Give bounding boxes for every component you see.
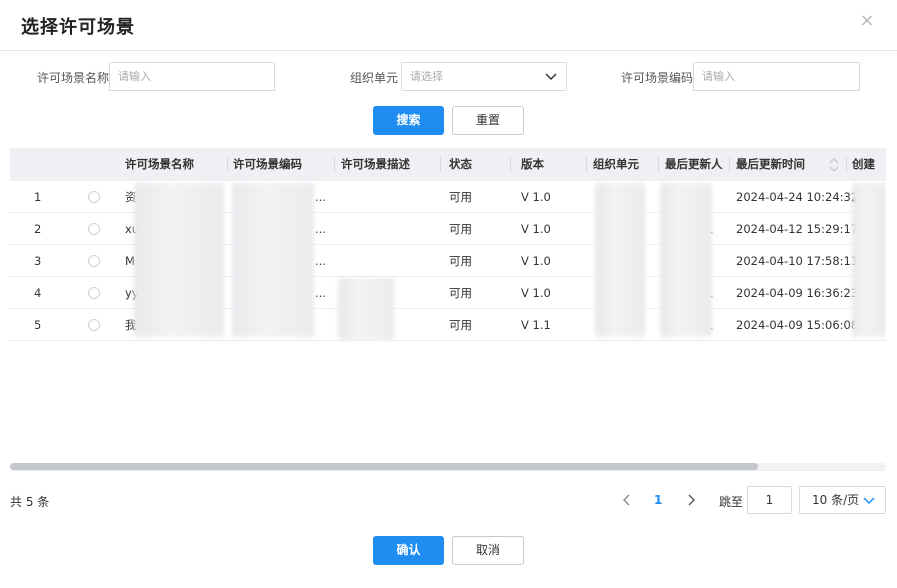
redacted-name-column xyxy=(134,183,224,337)
version-cell: V 1.1 xyxy=(521,318,551,332)
dialog-header: 选择许可场景 × xyxy=(0,0,897,51)
version-cell: V 1.0 xyxy=(521,286,551,300)
column-divider xyxy=(227,157,228,172)
page-size-select[interactable]: 10 条/页 xyxy=(799,486,886,514)
row-radio[interactable] xyxy=(88,255,100,267)
jump-to-label: 跳至 xyxy=(719,495,744,509)
reset-button[interactable]: 重置 xyxy=(452,106,524,135)
version-cell: V 1.0 xyxy=(521,190,551,204)
redacted-org-column xyxy=(595,183,645,337)
table-header: 许可场景名称 许可场景编码 许可场景描述 状态 版本 组织单元 最后更新人 最后… xyxy=(10,148,886,204)
jump-to-page-input[interactable]: 1 xyxy=(747,486,792,514)
row-radio[interactable] xyxy=(88,319,100,331)
column-header-status: 状态 xyxy=(449,157,472,171)
column-header-code: 许可场景编码 xyxy=(233,157,302,171)
column-divider xyxy=(334,157,335,172)
scene-table: 许可场景名称 许可场景编码 许可场景描述 状态 版本 组织单元 最后更新人 最后… xyxy=(10,148,886,470)
chevron-left-icon[interactable] xyxy=(619,492,635,508)
redacted-desc-cells xyxy=(338,278,394,340)
scene-code-cell: ... xyxy=(315,190,326,204)
scene-name-label: 许可场景名称 xyxy=(37,71,110,85)
close-icon[interactable]: × xyxy=(859,12,875,30)
row-index: 5 xyxy=(34,318,42,332)
cancel-button[interactable]: 取消 xyxy=(452,536,524,565)
column-divider xyxy=(510,157,511,172)
status-cell: 可用 xyxy=(449,254,472,268)
scene-code-cell: ... xyxy=(315,254,326,268)
redacted-code-column xyxy=(232,183,314,337)
row-radio[interactable] xyxy=(88,223,100,235)
row-radio[interactable] xyxy=(88,287,100,299)
total-count: 共 5 条 xyxy=(10,495,50,509)
redacted-updater-column xyxy=(660,183,712,337)
org-unit-placeholder: 请选择 xyxy=(410,70,443,83)
current-page[interactable]: 1 xyxy=(654,493,662,507)
column-header-desc: 许可场景描述 xyxy=(341,157,410,171)
version-cell: V 1.0 xyxy=(521,222,551,236)
page-size-value: 10 条/页 xyxy=(812,493,860,507)
scene-code-cell: ... xyxy=(315,222,326,236)
scene-code-cell: ... xyxy=(315,286,326,300)
chevron-down-icon xyxy=(545,73,557,81)
column-header-updated-at[interactable]: 最后更新时间 xyxy=(736,148,805,181)
status-cell: 可用 xyxy=(449,286,472,300)
scene-code-label: 许可场景编码 xyxy=(621,71,694,85)
table-bottom-divider xyxy=(10,470,886,471)
sort-icon[interactable] xyxy=(829,156,839,174)
chevron-right-icon[interactable] xyxy=(683,492,699,508)
row-radio[interactable] xyxy=(88,191,100,203)
scene-code-input[interactable]: 请输入 xyxy=(693,62,860,91)
version-cell: V 1.0 xyxy=(521,254,551,268)
confirm-button[interactable]: 确认 xyxy=(373,536,444,565)
dialog-title: 选择许可场景 xyxy=(21,17,135,38)
column-header-updater: 最后更新人 xyxy=(665,157,723,171)
search-button[interactable]: 搜索 xyxy=(373,106,444,135)
updated-at-cell: 2024-04-12 15:29:17 xyxy=(736,222,859,236)
select-license-scene-dialog: 选择许可场景 × 许可场景名称 请输入 组织单元 请选择 许可场景编码 请输入 … xyxy=(0,0,897,588)
updated-at-cell: 2024-04-24 10:24:32 xyxy=(736,190,859,204)
org-unit-select[interactable]: 请选择 xyxy=(401,62,567,91)
column-header-creator: 创建人 xyxy=(852,157,875,204)
column-divider xyxy=(586,157,587,172)
org-unit-label: 组织单元 xyxy=(350,71,399,85)
column-divider xyxy=(729,157,730,172)
status-cell: 可用 xyxy=(449,222,472,236)
scene-name-input[interactable]: 请输入 xyxy=(109,62,275,91)
column-divider xyxy=(846,157,847,172)
column-divider xyxy=(440,157,441,172)
scene-code-placeholder: 请输入 xyxy=(702,70,735,83)
column-divider xyxy=(658,157,659,172)
column-header-org: 组织单元 xyxy=(593,157,639,171)
row-index: 2 xyxy=(34,222,42,236)
row-index: 1 xyxy=(34,190,42,204)
scene-name-placeholder: 请输入 xyxy=(118,70,151,83)
updated-at-cell: 2024-04-09 16:36:23 xyxy=(736,286,859,300)
column-header-name: 许可场景名称 xyxy=(125,157,194,171)
chevron-down-icon xyxy=(863,497,875,505)
status-cell: 可用 xyxy=(449,190,472,204)
status-cell: 可用 xyxy=(449,318,472,332)
row-index: 3 xyxy=(34,254,42,268)
redacted-creator-column xyxy=(852,183,886,337)
row-index: 4 xyxy=(34,286,42,300)
updated-at-cell: 2024-04-10 17:58:11 xyxy=(736,254,859,268)
column-header-version: 版本 xyxy=(521,157,544,171)
updated-at-cell: 2024-04-09 15:06:08 xyxy=(736,318,859,332)
horizontal-scrollbar-thumb[interactable] xyxy=(10,463,758,470)
